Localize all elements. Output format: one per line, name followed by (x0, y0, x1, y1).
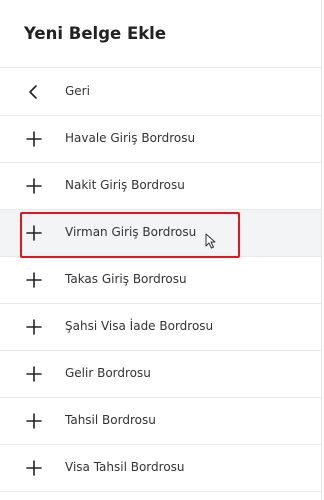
menu-item-nakit-giris-bordrosu[interactable]: Nakit Giriş Bordrosu (0, 163, 321, 210)
new-document-panel: Yeni Belge Ekle Geri Havale Giriş Bordro… (0, 0, 322, 500)
menu-item-havale-giris-bordrosu[interactable]: Havale Giriş Bordrosu (0, 116, 321, 163)
back-label: Geri (65, 84, 90, 98)
plus-icon (26, 178, 42, 194)
plus-icon (26, 413, 42, 429)
plus-icon (26, 131, 42, 147)
panel-header: Yeni Belge Ekle (0, 0, 321, 68)
menu-item-takas-giris-bordrosu[interactable]: Takas Giriş Bordrosu (0, 257, 321, 304)
menu-item-virman-giris-bordrosu[interactable]: Virman Giriş Bordrosu (0, 210, 321, 257)
back-item[interactable]: Geri (0, 69, 321, 116)
plus-icon (26, 272, 42, 288)
plus-icon (26, 225, 42, 241)
menu-item-gelir-bordrosu[interactable]: Gelir Bordrosu (0, 351, 321, 398)
menu-item-sahsi-visa-iade-bordrosu[interactable]: Şahsi Visa İade Bordrosu (0, 304, 321, 351)
menu-item-label: Gelir Bordrosu (65, 366, 151, 380)
menu-item-label: Tahsil Bordrosu (65, 413, 156, 427)
plus-icon (26, 319, 42, 335)
menu-item-label: Visa Tahsil Bordrosu (65, 460, 185, 474)
panel-title: Yeni Belge Ekle (24, 24, 167, 43)
plus-icon (26, 366, 42, 382)
menu-item-visa-tahsil-bordrosu[interactable]: Visa Tahsil Bordrosu (0, 445, 321, 492)
chevron-left-icon (29, 85, 37, 99)
plus-icon (26, 460, 42, 476)
menu-item-label: Virman Giriş Bordrosu (65, 225, 197, 239)
menu-item-label: Takas Giriş Bordrosu (65, 272, 187, 286)
document-type-menu: Geri Havale Giriş Bordrosu Nakit Giriş B… (0, 69, 321, 492)
mouse-cursor-icon (205, 233, 216, 249)
menu-item-tahsil-bordrosu[interactable]: Tahsil Bordrosu (0, 398, 321, 445)
menu-item-label: Nakit Giriş Bordrosu (65, 178, 185, 192)
menu-item-label: Şahsi Visa İade Bordrosu (65, 319, 214, 333)
menu-item-label: Havale Giriş Bordrosu (65, 131, 196, 145)
